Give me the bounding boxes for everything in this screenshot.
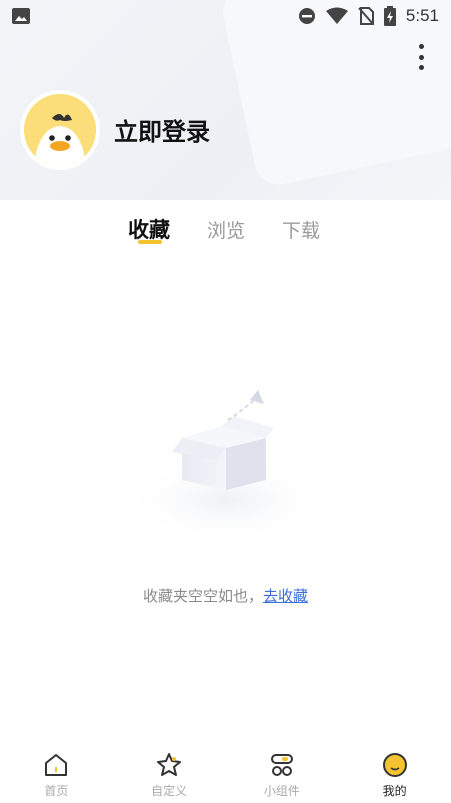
more-vert-icon[interactable] bbox=[413, 44, 429, 70]
nav-custom-label: 自定义 bbox=[151, 784, 188, 798]
image-icon bbox=[12, 8, 30, 24]
nav-home-label: 首页 bbox=[44, 784, 69, 798]
tab-history[interactable]: 浏览 bbox=[207, 216, 245, 243]
nav-custom[interactable]: 自定义 bbox=[113, 745, 226, 803]
avatar[interactable] bbox=[20, 90, 100, 170]
nav-profile-label: 我的 bbox=[382, 784, 407, 798]
no-sim-icon bbox=[358, 7, 374, 25]
dnd-icon bbox=[298, 8, 315, 24]
go-collect-link[interactable]: 去收藏 bbox=[263, 587, 308, 605]
tab-bar: 收藏 浏览 下载 bbox=[0, 210, 451, 254]
nav-profile[interactable]: 我的 bbox=[338, 745, 451, 803]
home-icon bbox=[45, 754, 68, 776]
status-time: 5:51 bbox=[405, 6, 439, 25]
tab-downloads[interactable]: 下载 bbox=[282, 216, 320, 243]
battery-charging-icon bbox=[383, 6, 396, 26]
tab-indicator bbox=[138, 240, 162, 244]
wifi-icon bbox=[325, 7, 348, 24]
star-icon bbox=[157, 753, 182, 776]
empty-state-message: 收藏夹空空如也，去收藏 bbox=[0, 585, 451, 606]
status-bar: 5:51 bbox=[0, 0, 451, 32]
bottom-nav: 首页 自定义 小组件 我的 bbox=[0, 745, 451, 803]
nav-widgets[interactable]: 小组件 bbox=[226, 745, 339, 803]
duck-avatar-icon bbox=[24, 94, 96, 166]
nav-widgets-label: 小组件 bbox=[263, 784, 300, 798]
profile-icon bbox=[382, 753, 407, 777]
empty-box-icon bbox=[122, 390, 330, 540]
nav-home[interactable]: 首页 bbox=[0, 745, 113, 803]
widget-icon bbox=[270, 754, 293, 776]
empty-state-text: 收藏夹空空如也， bbox=[142, 587, 263, 605]
login-button[interactable]: 立即登录 bbox=[114, 112, 210, 147]
